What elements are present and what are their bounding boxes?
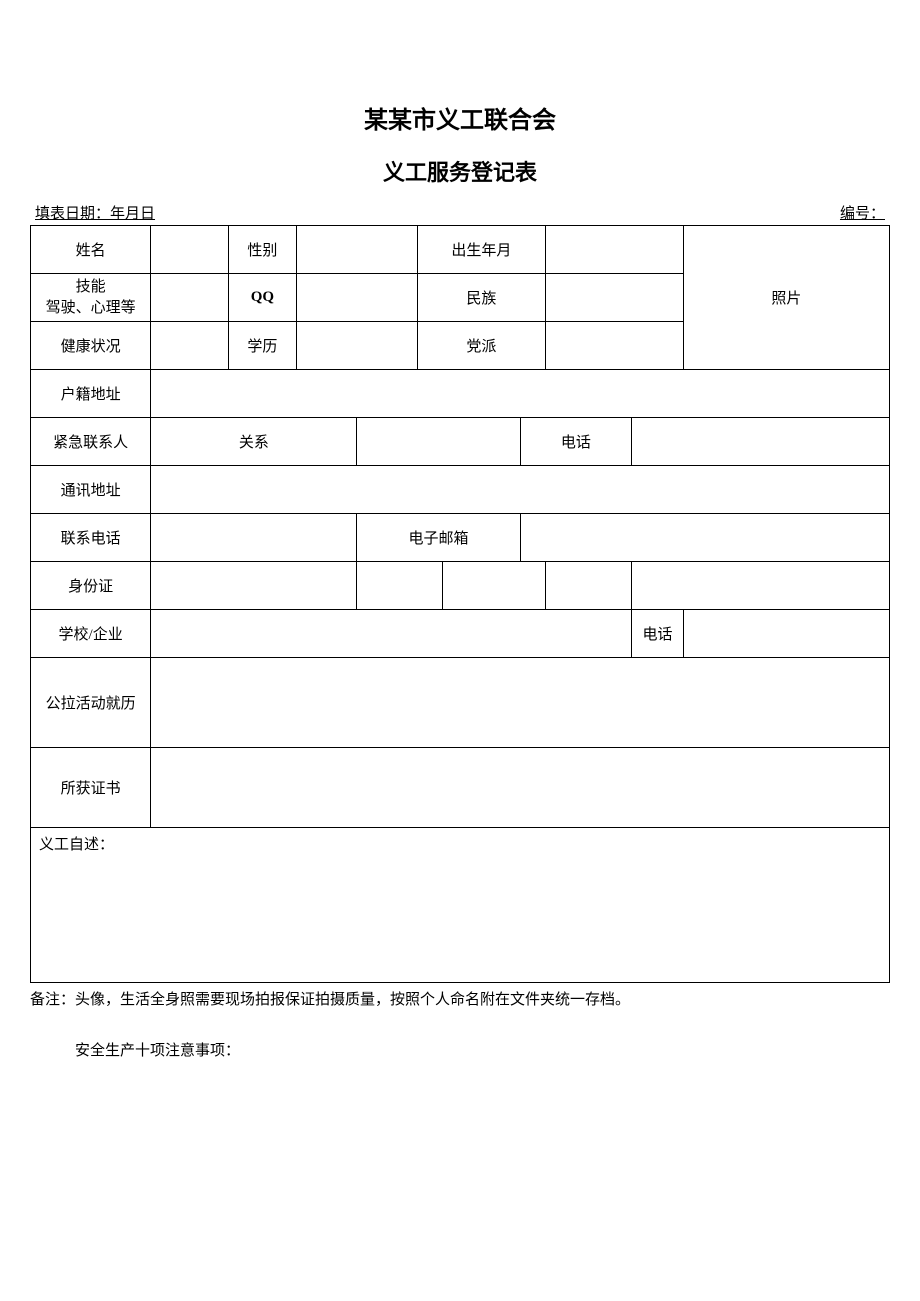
gender-label: 性别 <box>228 226 297 274</box>
gender-value[interactable] <box>297 226 417 274</box>
emergency-phone-label: 电话 <box>520 418 632 466</box>
education-label: 学历 <box>228 322 297 370</box>
document-title: 某某市义工联合会 <box>30 100 890 135</box>
idcard-value-4[interactable] <box>546 562 632 610</box>
qq-label: QQ <box>228 274 297 322</box>
relation-value[interactable] <box>357 418 520 466</box>
activity-history-label: 公拉活动就历 <box>31 658 151 748</box>
fill-date-label: 填表日期：年月日 <box>35 202 155 223</box>
idcard-value-2[interactable] <box>357 562 443 610</box>
safety-note-text: 安全生产十项注意事项： <box>75 1039 890 1060</box>
birthdate-label: 出生年月 <box>417 226 546 274</box>
name-label: 姓名 <box>31 226 151 274</box>
education-value[interactable] <box>297 322 417 370</box>
school-company-value[interactable] <box>151 610 632 658</box>
idcard-label: 身份证 <box>31 562 151 610</box>
school-phone-label: 电话 <box>632 610 684 658</box>
email-label: 电子邮箱 <box>357 514 520 562</box>
name-value[interactable] <box>151 226 228 274</box>
number-label: 编号： <box>840 202 885 223</box>
party-label: 党派 <box>417 322 546 370</box>
relation-label: 关系 <box>151 418 357 466</box>
emergency-phone-value[interactable] <box>632 418 890 466</box>
email-value[interactable] <box>520 514 889 562</box>
registered-address-value[interactable] <box>151 370 890 418</box>
school-company-label: 学校/企业 <box>31 610 151 658</box>
idcard-value-1[interactable] <box>151 562 357 610</box>
activity-history-value[interactable] <box>151 658 890 748</box>
idcard-value-3[interactable] <box>443 562 546 610</box>
qq-value[interactable] <box>297 274 417 322</box>
self-statement-label: 义工自述： <box>39 837 114 853</box>
photo-cell: 照片 <box>683 226 889 370</box>
certificates-value[interactable] <box>151 748 890 828</box>
party-value[interactable] <box>546 322 683 370</box>
birthdate-value[interactable] <box>546 226 683 274</box>
self-statement-cell[interactable]: 义工自述： <box>31 828 890 983</box>
health-label: 健康状况 <box>31 322 151 370</box>
skill-label: 技能 驾驶、心理等 <box>31 274 151 322</box>
registered-address-label: 户籍地址 <box>31 370 151 418</box>
note-text: 备注：头像，生活全身照需要现场拍报保证拍摄质量，按照个人命名附在文件夹统一存档。 <box>30 988 890 1009</box>
registration-table: 姓名 性别 出生年月 照片 技能 驾驶、心理等 QQ 民族 健康状况 学历 党派… <box>30 225 890 983</box>
document-subtitle: 义工服务登记表 <box>30 155 890 187</box>
ethnicity-value[interactable] <box>546 274 683 322</box>
header-row: 填表日期：年月日 编号： <box>30 202 890 225</box>
idcard-value-5[interactable] <box>632 562 890 610</box>
contact-phone-value[interactable] <box>151 514 357 562</box>
emergency-contact-label: 紧急联系人 <box>31 418 151 466</box>
health-value[interactable] <box>151 322 228 370</box>
skill-value[interactable] <box>151 274 228 322</box>
ethnicity-label: 民族 <box>417 274 546 322</box>
certificates-label: 所获证书 <box>31 748 151 828</box>
mailing-address-value[interactable] <box>151 466 890 514</box>
contact-phone-label: 联系电话 <box>31 514 151 562</box>
mailing-address-label: 通讯地址 <box>31 466 151 514</box>
school-phone-value[interactable] <box>683 610 889 658</box>
